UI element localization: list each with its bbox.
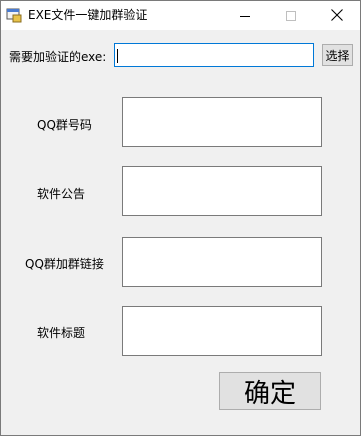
title-bar[interactable]: EXE文件一键加群验证	[1, 1, 360, 30]
notice-input[interactable]	[122, 166, 322, 216]
close-icon	[331, 6, 343, 25]
software-title-label: 软件标题	[37, 326, 86, 340]
maximize-button[interactable]	[268, 1, 314, 30]
text-caret	[117, 49, 118, 63]
join-link-label: QQ群加群链接	[25, 257, 104, 271]
qq-group-label: QQ群号码	[37, 118, 92, 132]
minimize-button[interactable]	[222, 1, 268, 30]
exe-path-label: 需要加验证的exe:	[9, 50, 107, 64]
close-button[interactable]	[314, 1, 360, 30]
main-window: EXE文件一键加群验证 需要加验证的exe: 选择 QQ群号码 软件公告 QQ群…	[0, 0, 361, 436]
software-title-input[interactable]	[122, 306, 322, 356]
maximize-icon	[286, 6, 296, 25]
exe-path-input[interactable]	[114, 43, 314, 67]
app-icon	[6, 7, 22, 23]
browse-button[interactable]: 选择	[322, 44, 353, 66]
confirm-button[interactable]: 确定	[219, 372, 321, 410]
join-link-input[interactable]	[122, 237, 322, 287]
window-title: EXE文件一键加群验证	[28, 8, 148, 22]
notice-label: 软件公告	[37, 187, 86, 201]
qq-group-input[interactable]	[122, 97, 322, 147]
minimize-icon	[240, 6, 250, 25]
